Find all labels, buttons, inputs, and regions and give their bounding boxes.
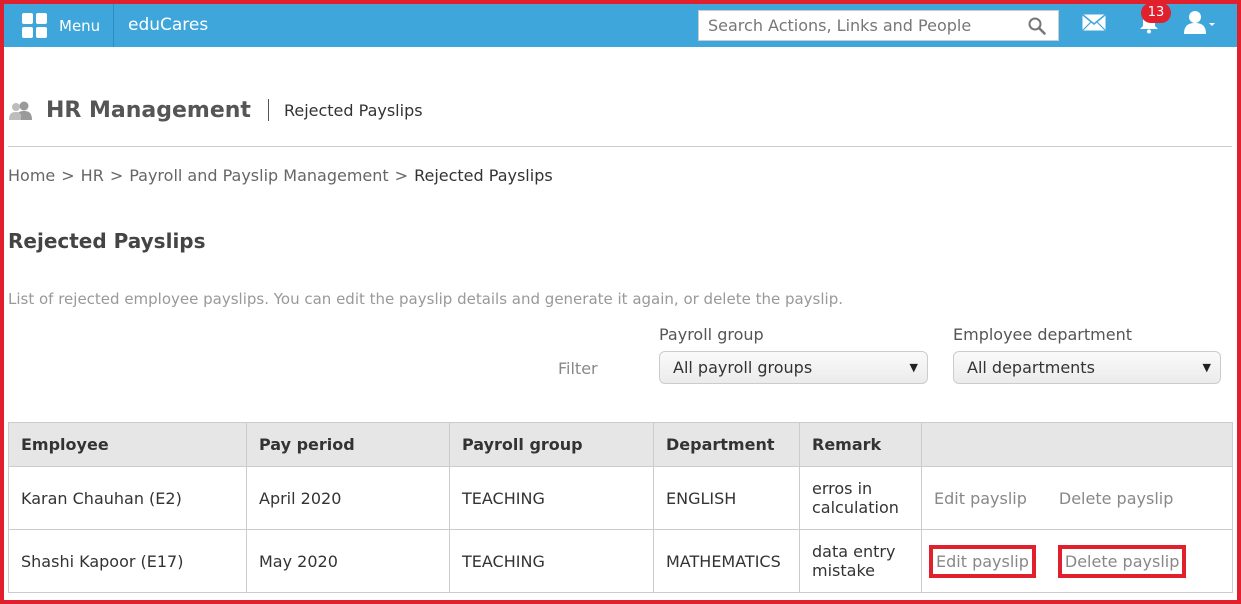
- top-navigation-bar: Menu eduCares: [4, 4, 1237, 47]
- department-select[interactable]: All departments ▼: [953, 351, 1221, 384]
- breadcrumb-payroll[interactable]: Payroll and Payslip Management: [129, 166, 388, 185]
- page-description: List of rejected employee payslips. You …: [8, 290, 843, 308]
- payroll-group-label: Payroll group: [659, 325, 764, 344]
- cell-remark: erros in calculation: [799, 466, 922, 530]
- search-box: [698, 10, 1059, 41]
- cell-actions: Edit payslip Delete payslip: [921, 466, 1233, 530]
- table-row: Shashi Kapoor (E17) May 2020 TEACHING MA…: [8, 529, 1233, 593]
- breadcrumb-hr[interactable]: HR: [81, 166, 104, 185]
- search-input[interactable]: [699, 11, 1019, 40]
- column-header-pay-period: Pay period: [246, 422, 450, 467]
- cell-payroll-group: TEACHING: [449, 466, 654, 530]
- cell-employee: Shashi Kapoor (E17): [8, 529, 247, 593]
- payroll-group-select[interactable]: All payroll groups ▼: [659, 351, 928, 384]
- department-label: Employee department: [953, 325, 1132, 344]
- payroll-group-value: All payroll groups: [673, 358, 813, 377]
- people-icon: [9, 101, 32, 120]
- column-header-remark: Remark: [799, 422, 922, 467]
- notification-count-badge: 13: [1141, 3, 1171, 23]
- breadcrumb-home[interactable]: Home: [8, 166, 55, 185]
- filter-label: Filter: [558, 359, 598, 378]
- edit-payslip-link[interactable]: Edit payslip: [929, 544, 1036, 578]
- cell-remark: data entry mistake: [799, 529, 922, 593]
- header-divider: [267, 99, 269, 121]
- user-menu-icon[interactable]: [1184, 10, 1216, 34]
- department-value: All departments: [967, 358, 1095, 377]
- cell-department: MATHEMATICS: [653, 529, 800, 593]
- module-title: HR Management: [46, 97, 251, 123]
- menu-button[interactable]: Menu: [10, 4, 114, 47]
- delete-payslip-link[interactable]: Delete payslip: [1057, 544, 1187, 578]
- rejected-payslips-table: Employee Pay period Payroll group Depart…: [8, 422, 1233, 593]
- menu-label: Menu: [59, 16, 101, 35]
- breadcrumb: Home > HR > Payroll and Payslip Management > R…: [8, 166, 553, 185]
- column-header-department: Department: [653, 422, 800, 467]
- column-header-employee: Employee: [8, 422, 247, 467]
- cell-actions: Edit payslip Delete payslip: [921, 529, 1233, 593]
- breadcrumb-separator: >: [109, 166, 124, 185]
- cell-department: ENGLISH: [653, 466, 800, 530]
- search-icon[interactable]: [1028, 17, 1046, 35]
- table-row: Karan Chauhan (E2) April 2020 TEACHING E…: [8, 466, 1233, 530]
- cell-pay-period: May 2020: [246, 529, 450, 593]
- page-header: HR Management Rejected Payslips: [8, 92, 423, 128]
- breadcrumb-current: Rejected Payslips: [414, 166, 553, 185]
- dropdown-caret-icon: ▼: [909, 361, 918, 374]
- grid-icon: [22, 13, 47, 38]
- column-header-actions: [921, 422, 1233, 467]
- cell-pay-period: April 2020: [246, 466, 450, 530]
- header-divider-line: [8, 146, 1232, 147]
- edit-payslip-link[interactable]: Edit payslip: [929, 484, 1032, 513]
- breadcrumb-separator: >: [394, 166, 409, 185]
- mail-icon[interactable]: [1082, 14, 1106, 31]
- delete-payslip-link[interactable]: Delete payslip: [1054, 484, 1178, 513]
- cell-payroll-group: TEACHING: [449, 529, 654, 593]
- breadcrumb-separator: >: [61, 166, 75, 185]
- table-header-row: Employee Pay period Payroll group Depart…: [8, 422, 1233, 467]
- cell-employee: Karan Chauhan (E2): [8, 466, 247, 530]
- page-subtitle: Rejected Payslips: [283, 100, 423, 120]
- section-title: Rejected Payslips: [8, 229, 206, 253]
- column-header-payroll-group: Payroll group: [449, 422, 654, 467]
- dropdown-caret-icon: ▼: [1202, 361, 1211, 374]
- brand-name[interactable]: eduCares: [128, 4, 208, 47]
